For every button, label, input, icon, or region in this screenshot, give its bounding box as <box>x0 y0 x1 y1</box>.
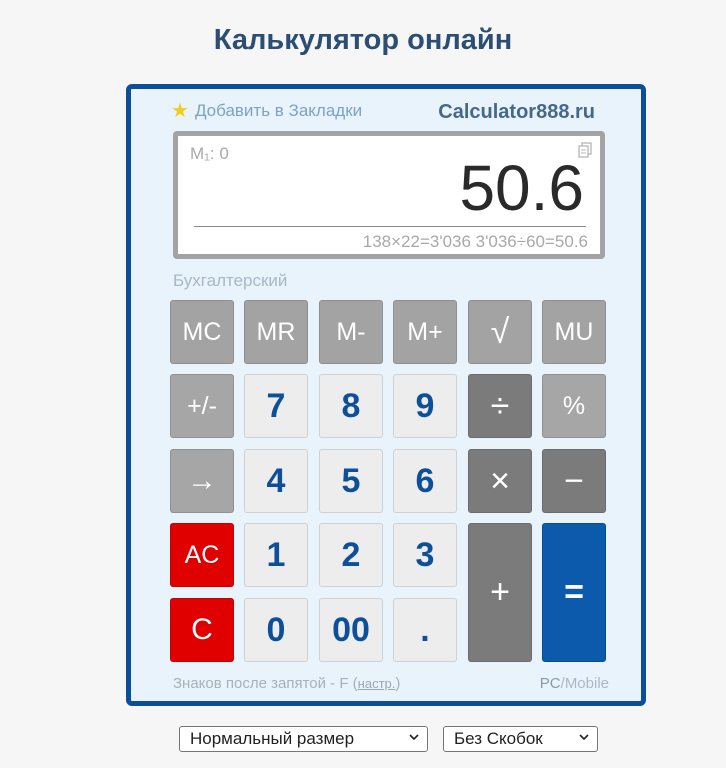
chevron-down-icon <box>409 734 419 741</box>
mu-button[interactable]: MU <box>542 300 606 364</box>
calculator-display: M₁: 0 50.6 138×22=3'036 3'036÷60=50.6 <box>173 131 605 259</box>
display-value: 50.6 <box>459 152 584 224</box>
digit-1-button[interactable]: 1 <box>244 523 308 587</box>
calculation-history: 138×22=3'036 3'036÷60=50.6 <box>362 232 588 251</box>
digit-2-button[interactable]: 2 <box>319 523 383 587</box>
digit-8-button[interactable]: 8 <box>319 374 383 438</box>
page-title: Калькулятор онлайн <box>213 24 513 56</box>
sqrt-button[interactable]: √ <box>468 300 532 364</box>
plus-button[interactable]: + <box>468 523 532 662</box>
digit-7-button[interactable]: 7 <box>244 374 308 438</box>
divide-button[interactable]: ÷ <box>468 374 532 438</box>
m-plus-button[interactable]: M+ <box>393 300 457 364</box>
m-minus-button[interactable]: M- <box>319 300 383 364</box>
chevron-down-icon <box>579 734 589 741</box>
digit-0-button[interactable]: 0 <box>244 598 308 662</box>
brand-logo[interactable]: Calculator888.ru <box>438 101 595 124</box>
plus-minus-button[interactable]: +/- <box>170 374 234 438</box>
bookmark-label: Добавить в Закладки <box>194 101 363 120</box>
size-select-value: Нормальный размер <box>190 729 355 748</box>
display-divider <box>194 226 586 227</box>
size-select[interactable]: Нормальный размер <box>179 726 428 752</box>
mc-button[interactable]: MC <box>170 300 234 364</box>
digit-6-button[interactable]: 6 <box>393 449 457 513</box>
equals-button[interactable]: = <box>542 523 606 662</box>
star-icon: ★ <box>171 100 189 122</box>
decimals-close: ) <box>395 675 401 692</box>
decimal-point-button[interactable]: . <box>393 598 457 662</box>
digit-3-button[interactable]: 3 <box>393 523 457 587</box>
version-switch: PC/Mobile <box>540 675 609 692</box>
memory-indicator: M₁: 0 <box>190 144 229 163</box>
all-clear-button[interactable]: AC <box>170 523 234 587</box>
digit-5-button[interactable]: 5 <box>319 449 383 513</box>
digit-9-button[interactable]: 9 <box>393 374 457 438</box>
brackets-select[interactable]: Без Скобок <box>443 726 598 752</box>
digit-4-button[interactable]: 4 <box>244 449 308 513</box>
decimals-setting: Знаков после запятой - F (настр.) <box>173 675 400 692</box>
minus-button[interactable]: − <box>542 449 606 513</box>
brackets-select-value: Без Скобок <box>454 729 543 748</box>
pc-link[interactable]: PC <box>540 675 561 692</box>
percent-button[interactable]: % <box>542 374 606 438</box>
calculator: ★ Добавить в Закладки Calculator888.ru M… <box>126 84 646 706</box>
mobile-link[interactable]: Mobile <box>565 675 609 692</box>
decimals-text: Знаков после запятой - F ( <box>173 675 358 692</box>
backspace-button[interactable]: → <box>170 449 234 513</box>
mode-label: Бухгалтерский <box>173 271 288 290</box>
mr-button[interactable]: MR <box>244 300 308 364</box>
add-bookmark-link[interactable]: ★ Добавить в Закладки <box>171 101 362 121</box>
clear-button[interactable]: C <box>170 598 234 662</box>
settings-link[interactable]: настр. <box>358 676 396 691</box>
multiply-button[interactable]: × <box>468 449 532 513</box>
double-zero-button[interactable]: 00 <box>319 598 383 662</box>
